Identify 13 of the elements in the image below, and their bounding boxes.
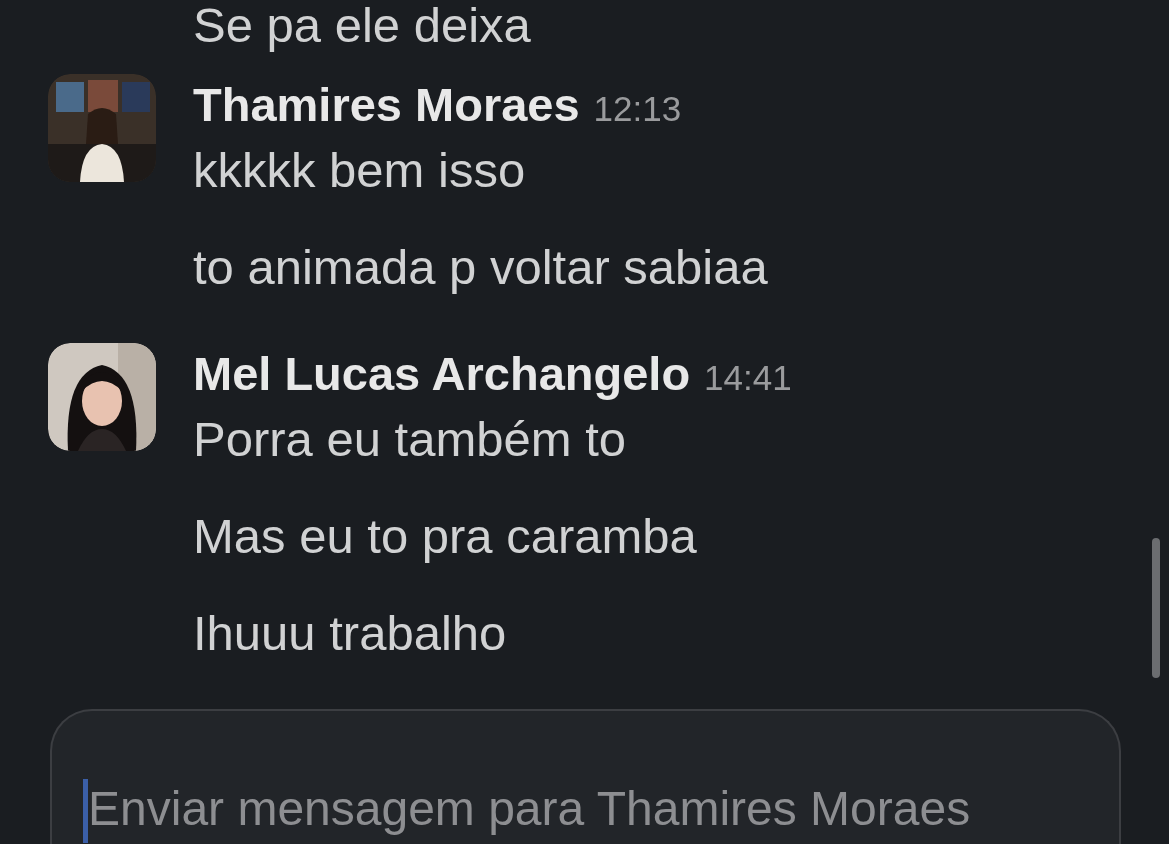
timestamp: 14:41 <box>704 357 792 399</box>
message-input-field[interactable]: Enviar mensagem para Thamires Moraes <box>88 779 1119 837</box>
message-text: to animada p voltar sabiaa <box>193 242 768 292</box>
author-name[interactable]: Thamires Moraes <box>193 74 580 136</box>
message-text: Porra eu também to <box>193 414 628 464</box>
message-text: kkkkk bem isso <box>193 145 527 195</box>
message-text: Mas eu to pra caramba <box>193 511 698 561</box>
message-text: Ihuuu trabalho <box>193 608 508 658</box>
message-composer[interactable]: Enviar mensagem para Thamires Moraes <box>50 709 1121 844</box>
author-name[interactable]: Mel Lucas Archangelo <box>193 343 691 405</box>
message-text: Se pa ele deixa <box>193 0 531 52</box>
scrollbar-thumb[interactable] <box>1152 538 1160 678</box>
timestamp: 12:13 <box>593 88 682 130</box>
